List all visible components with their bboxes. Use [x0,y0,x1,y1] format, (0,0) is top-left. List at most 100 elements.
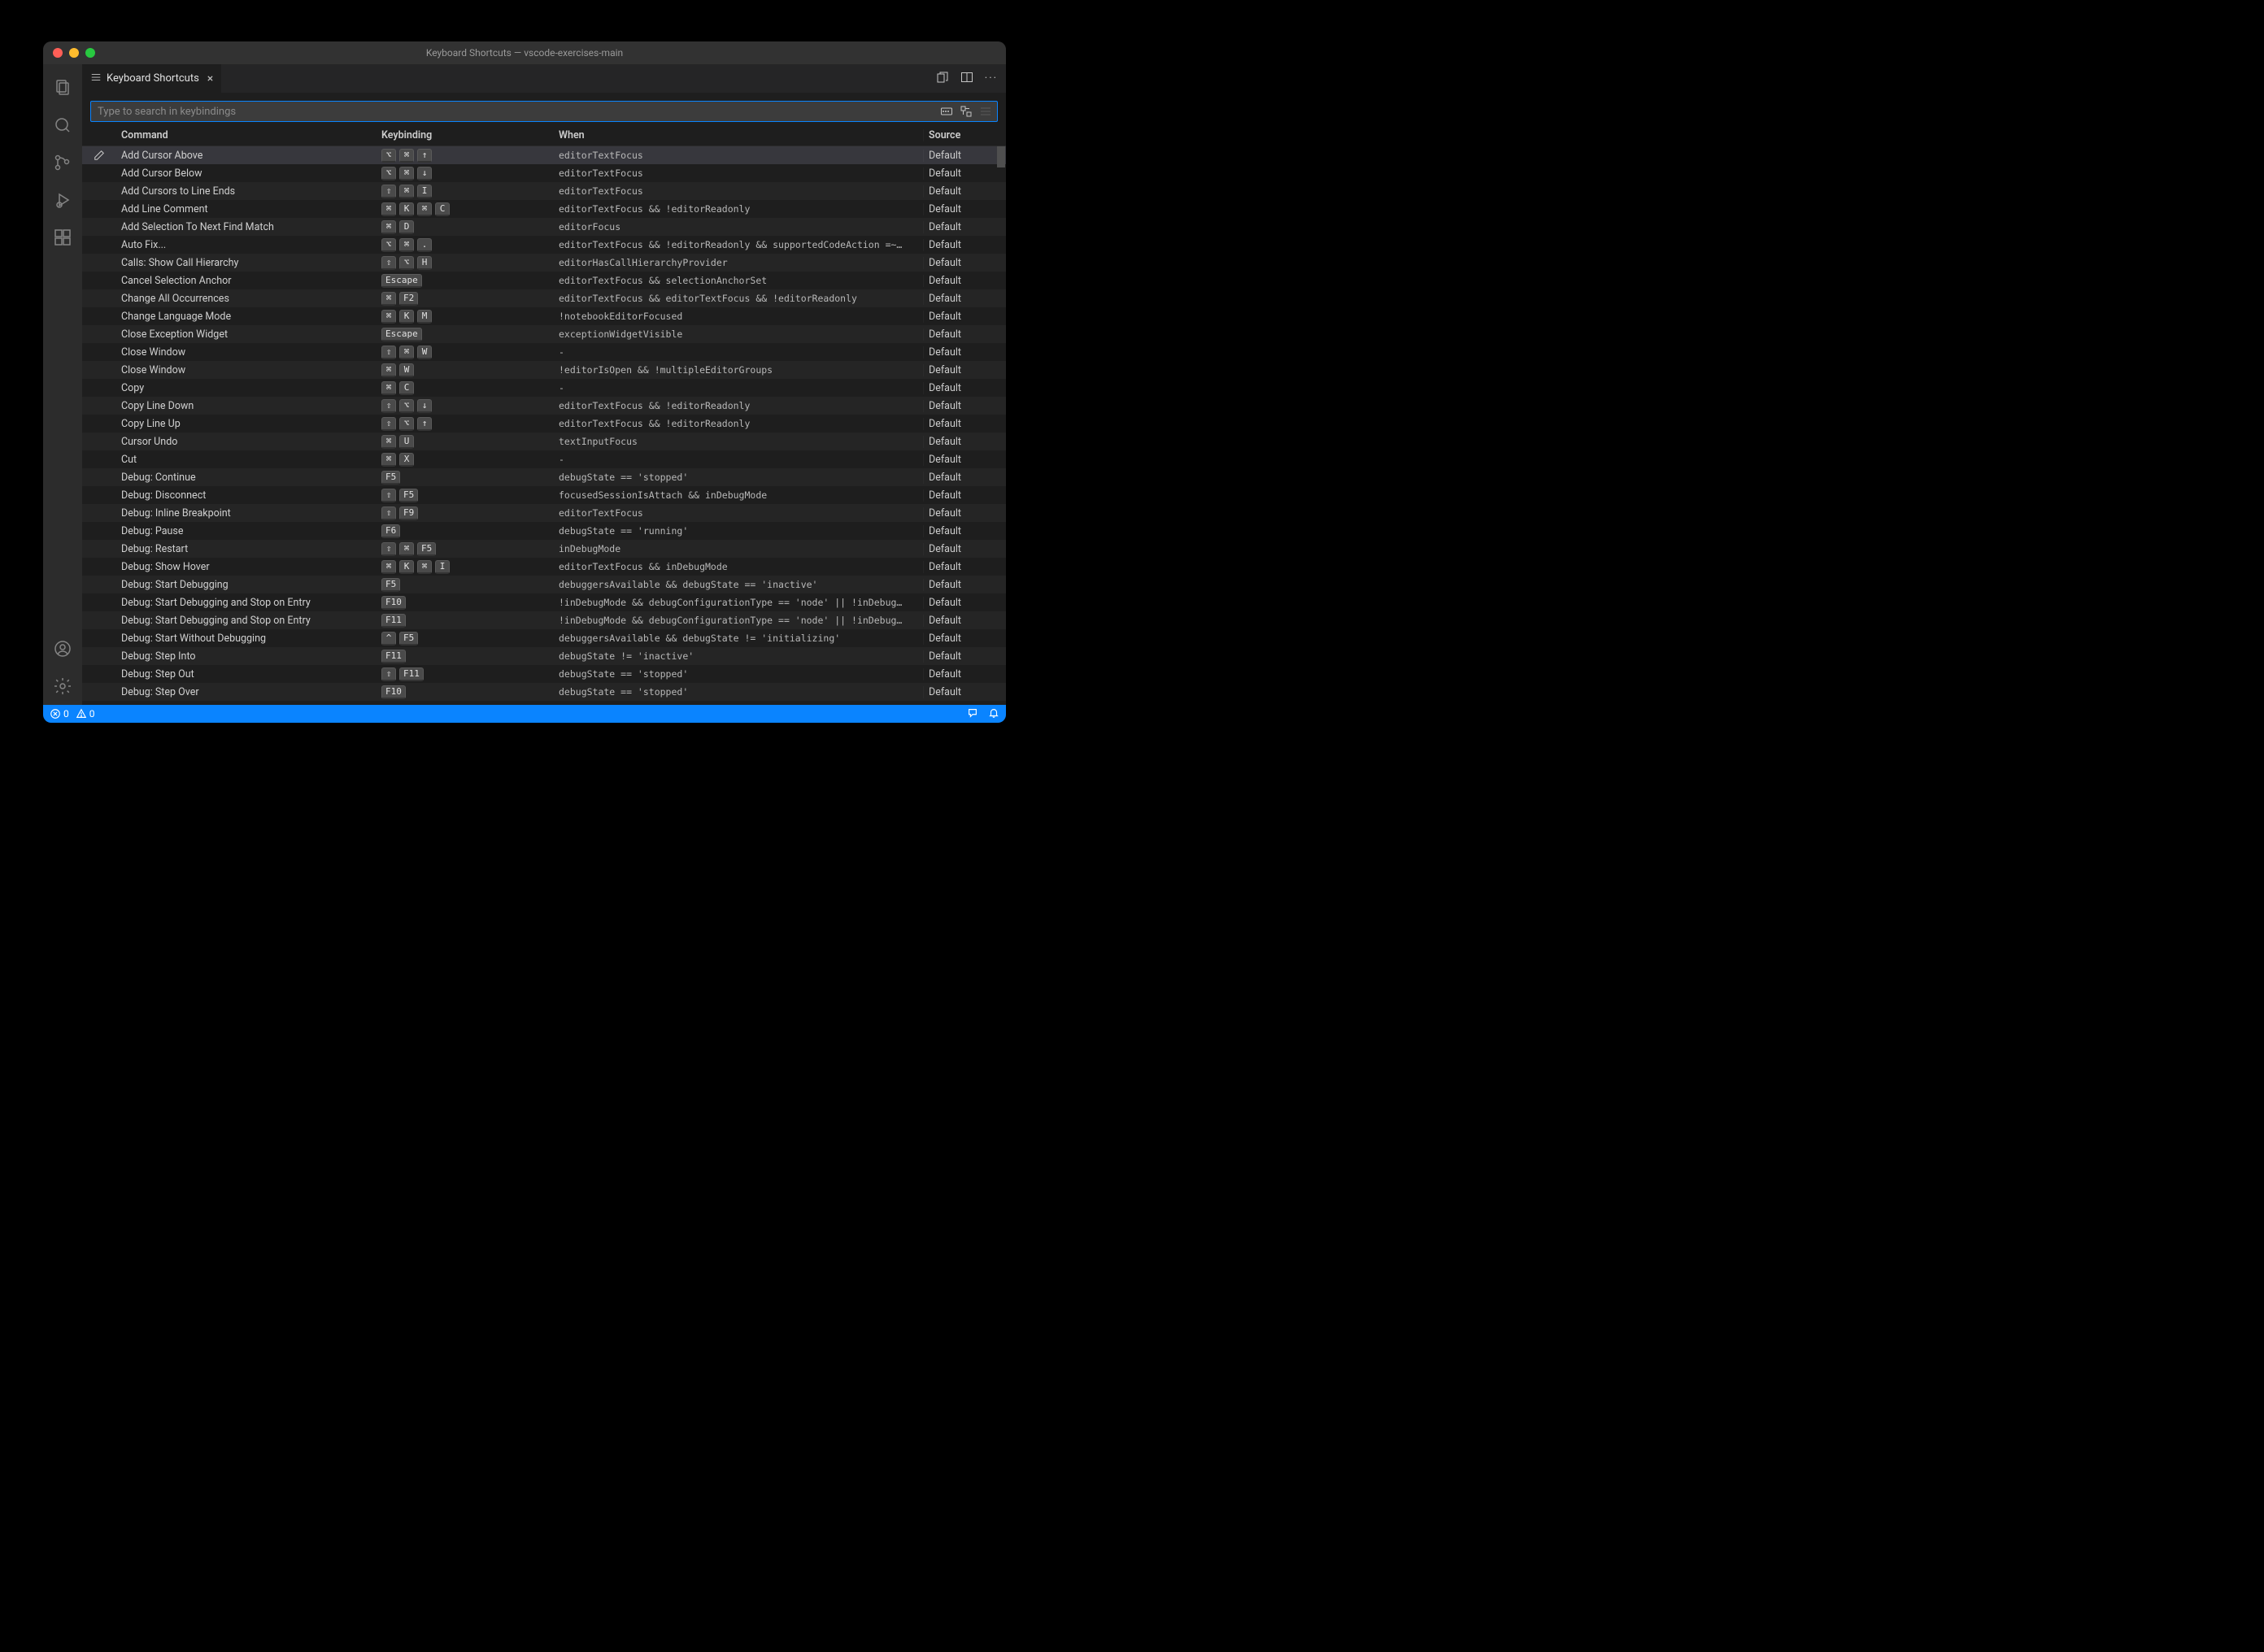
table-row[interactable]: Debug: Show Hover⌘K⌘IeditorTextFocus && … [82,558,1006,576]
table-row[interactable]: Debug: Start Debugging and Stop on Entry… [82,593,1006,611]
table-header: Command Keybinding When Source [82,125,1006,146]
table-row[interactable]: Debug: Start DebuggingF5debuggersAvailab… [82,576,1006,593]
table-row[interactable]: Add Selection To Next Find Match⌘Deditor… [82,218,1006,236]
minimize-window-button[interactable] [69,48,79,58]
edit-keybinding-icon[interactable] [82,150,116,161]
keycap: Escape [381,274,422,288]
table-row[interactable]: Debug: Inline Breakpoint⇧F9editorTextFoc… [82,504,1006,522]
table-row[interactable]: Copy⌘C-Default [82,379,1006,397]
when-cell: - [554,382,923,393]
command-cell: Debug: Start Debugging [116,579,377,591]
header-source[interactable]: Source [923,129,996,141]
table-row[interactable]: Add Cursor Below⌥⌘↓editorTextFocusDefaul… [82,164,1006,182]
open-json-icon[interactable] [936,71,949,87]
table-row[interactable]: Debug: Step IntoF11debugState != 'inacti… [82,647,1006,665]
when-cell: editorTextFocus [554,185,923,197]
tab-keyboard-shortcuts[interactable]: Keyboard Shortcuts × [82,64,222,93]
explorer-icon[interactable] [43,69,82,107]
table-row[interactable]: Debug: Step Out⇧F11debugState == 'stoppe… [82,665,1006,683]
when-cell: debugState != 'inactive' [554,650,923,662]
header-when[interactable]: When [554,129,923,141]
close-tab-icon[interactable]: × [207,72,213,85]
keycap: ⇧ [381,185,396,198]
command-cell: Debug: Start Without Debugging [116,633,377,645]
table-row[interactable]: Add Cursor Above⌥⌘↑editorTextFocusDefaul… [82,146,1006,164]
table-row[interactable]: Add Cursors to Line Ends⇧⌘IeditorTextFoc… [82,182,1006,200]
record-keys-icon[interactable] [940,105,953,118]
when-cell: editorHasCallHierarchyProvider [554,257,923,268]
search-icon[interactable] [43,107,82,144]
keycap: I [435,560,450,574]
table-row[interactable]: Debug: PauseF6debugState == 'running'Def… [82,522,1006,540]
sort-precedence-icon[interactable] [960,105,973,118]
more-actions-icon[interactable]: ··· [985,72,998,85]
table-row[interactable]: Change All Occurrences⌘F2editorTextFocus… [82,289,1006,307]
close-window-button[interactable] [53,48,63,58]
command-cell: Debug: Step Into [116,650,377,663]
table-row[interactable]: Close Window⇧⌘W-Default [82,343,1006,361]
table-row[interactable]: Add Line Comment⌘K⌘CeditorTextFocus && !… [82,200,1006,218]
when-cell: editorTextFocus && editorTextFocus && !e… [554,293,923,304]
table-row[interactable]: Calls: Show Call Hierarchy⇧⌥HeditorHasCa… [82,254,1006,272]
table-row[interactable]: Copy Line Down⇧⌥↓editorTextFocus && !edi… [82,397,1006,415]
table-row[interactable]: Debug: Restart⇧⌘F5inDebugModeDefault [82,540,1006,558]
table-row[interactable]: Cursor Undo⌘UtextInputFocusDefault [82,433,1006,450]
source-cell: Default [923,472,996,484]
header-keybinding[interactable]: Keybinding [377,129,554,141]
status-errors[interactable]: 0 [50,708,69,719]
scroll-thumb[interactable] [997,146,1005,167]
command-cell: Close Window [116,346,377,359]
clear-search-icon[interactable] [979,105,992,118]
notifications-bell-icon[interactable] [988,707,999,721]
header-command[interactable]: Command [116,129,377,141]
keycap: ⌘ [399,149,414,163]
command-cell: Debug: Inline Breakpoint [116,507,377,520]
command-cell: Cut [116,454,377,466]
accounts-icon[interactable] [43,630,82,667]
when-cell: editorTextFocus && !editorReadonly [554,203,923,215]
when-cell: debugState == 'stopped' [554,686,923,698]
table-row[interactable]: Change Language Mode⌘KM!notebookEditorFo… [82,307,1006,325]
keycap: F5 [417,542,436,556]
extensions-icon[interactable] [43,219,82,256]
search-placeholder: Type to search in keybindings [98,106,934,118]
split-editor-icon[interactable] [960,71,973,87]
keybinding-search-input[interactable]: Type to search in keybindings [90,101,998,122]
status-warnings[interactable]: 0 [76,708,95,719]
source-control-icon[interactable] [43,144,82,181]
source-cell: Default [923,364,996,376]
keycap: ⌘ [399,238,414,252]
table-row[interactable]: Auto Fix...⌥⌘.editorTextFocus && !editor… [82,236,1006,254]
table-row[interactable]: Debug: Start Debugging and Stop on Entry… [82,611,1006,629]
keycap: ⌘ [399,542,414,556]
command-cell: Copy [116,382,377,394]
table-row[interactable]: Close Exception WidgetEscapeexceptionWid… [82,325,1006,343]
table-row[interactable]: Debug: ContinueF5debugState == 'stopped'… [82,468,1006,486]
feedback-icon[interactable] [967,707,978,721]
keycap: F10 [381,596,406,610]
keybinding-cell: F5 [377,471,554,485]
run-debug-icon[interactable] [43,181,82,219]
keybinding-cell: Escape [377,328,554,341]
source-cell: Default [923,257,996,269]
keybinding-list[interactable]: Add Cursor Above⌥⌘↑editorTextFocusDefaul… [82,146,1006,705]
vertical-scrollbar[interactable] [996,146,1006,705]
keycap: K [399,560,414,574]
table-row[interactable]: Debug: Step OverF10debugState == 'stoppe… [82,683,1006,701]
command-cell: Copy Line Up [116,418,377,430]
keybinding-cell: ⇧⌥↑ [377,417,554,431]
table-row[interactable]: Copy Line Up⇧⌥↑editorTextFocus && !edito… [82,415,1006,433]
when-cell: inDebugMode [554,543,923,554]
keycap: ⌘ [399,185,414,198]
when-cell: editorTextFocus && selectionAnchorSet [554,275,923,286]
table-row[interactable]: Cut⌘X-Default [82,450,1006,468]
keycap: ⌘ [381,453,396,467]
source-cell: Default [923,686,996,698]
keycap: ^ [381,632,396,646]
table-row[interactable]: Cancel Selection AnchorEscapeeditorTextF… [82,272,1006,289]
table-row[interactable]: Close Window⌘W!editorIsOpen && !multiple… [82,361,1006,379]
table-row[interactable]: Debug: Disconnect⇧F5focusedSessionIsAtta… [82,486,1006,504]
table-row[interactable]: Debug: Start Without Debugging^F5debugge… [82,629,1006,647]
maximize-window-button[interactable] [85,48,95,58]
settings-gear-icon[interactable] [43,667,82,705]
